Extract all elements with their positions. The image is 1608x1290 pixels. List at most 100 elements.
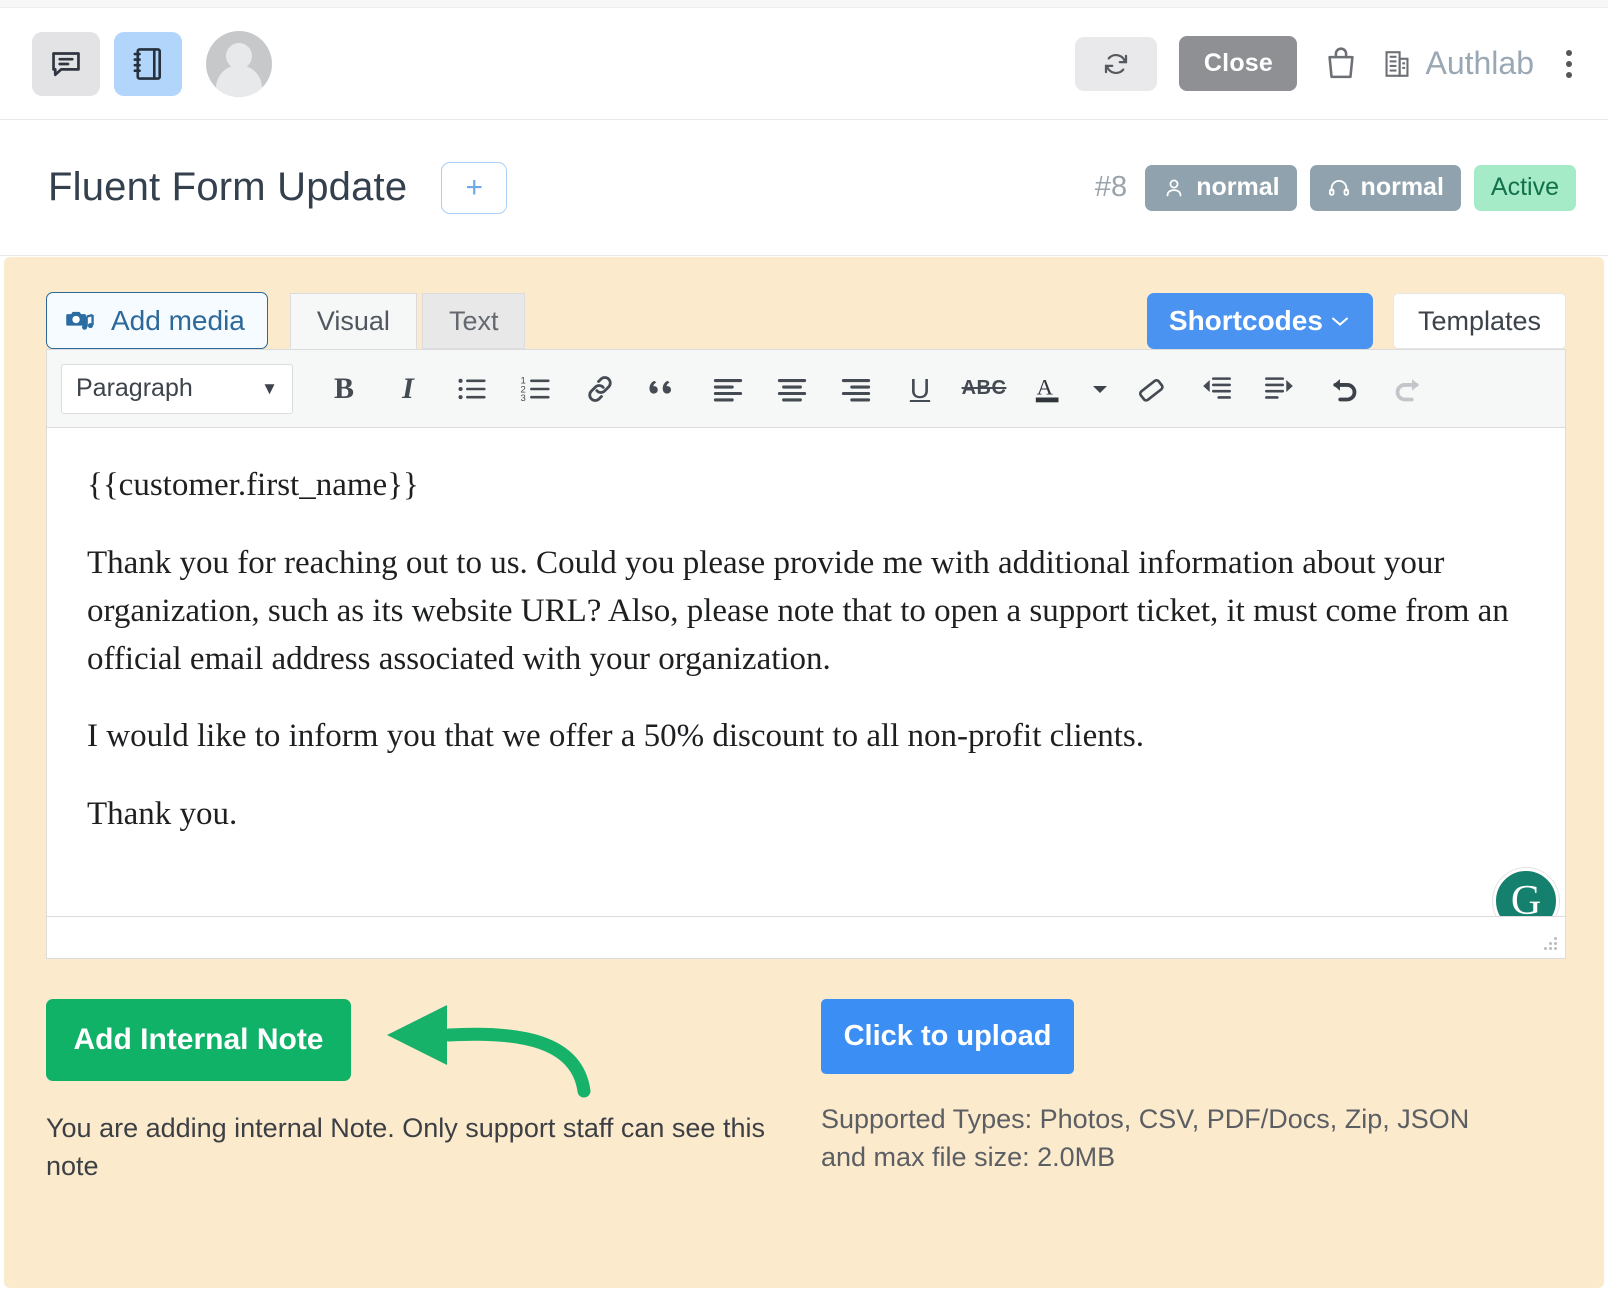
clear-formatting-button[interactable]: [1121, 360, 1183, 418]
upload-column: Click to upload Supported Types: Photos,…: [821, 999, 1521, 1186]
window-top-strip: [0, 0, 1608, 8]
editor-header-right: Shortcodes Templates: [1146, 293, 1566, 349]
italic-button[interactable]: I: [377, 360, 439, 418]
indent-button[interactable]: [1249, 360, 1311, 418]
align-right-button[interactable]: [825, 360, 887, 418]
editor-paragraph: {{customer.first_name}}: [87, 467, 419, 503]
chat-bubble-icon-button[interactable]: [32, 31, 100, 96]
shopping-bag-button[interactable]: [1323, 44, 1359, 84]
align-left-icon: [713, 378, 743, 401]
kebab-dot: [1566, 49, 1572, 56]
rich-text-editor: Paragraph ▼ B I 1 2 3 U ABC A {{customer…: [46, 349, 1566, 959]
notebook-icon-button[interactable]: [114, 31, 182, 96]
headset-icon: [1328, 179, 1349, 196]
strikethrough-button[interactable]: ABC: [953, 360, 1015, 418]
top-toolbar-left: [32, 30, 272, 97]
add-media-label: Add media: [111, 304, 245, 336]
kebab-dot: [1566, 60, 1572, 67]
redo-icon: [1395, 378, 1419, 401]
text-color-caret[interactable]: [1081, 360, 1119, 418]
kebab-dot: [1566, 71, 1572, 78]
reply-editor-panel: Add media Visual Text Shortcodes Templat…: [4, 257, 1604, 1288]
ticket-number: #8: [1094, 171, 1128, 203]
click-to-upload-button[interactable]: Click to upload: [821, 999, 1074, 1074]
bulleted-list-button[interactable]: [441, 360, 503, 418]
text-color-button[interactable]: A: [1017, 360, 1079, 418]
bulleted-list-icon: [458, 378, 486, 399]
close-button[interactable]: Close: [1179, 36, 1298, 91]
editor-paragraph: Thank you for reaching out to us. Could …: [87, 544, 1509, 677]
user-avatar[interactable]: [206, 30, 272, 97]
link-icon: [588, 375, 612, 402]
rte-content-area[interactable]: {{customer.first_name}} Thank you for re…: [47, 428, 1565, 916]
templates-button[interactable]: Templates: [1392, 293, 1566, 349]
outdent-button[interactable]: [1185, 360, 1247, 418]
chevron-down-icon: ▼: [261, 378, 278, 398]
badge-label: normal: [1196, 173, 1280, 201]
chevron-down-icon: [1331, 317, 1348, 326]
insert-link-button[interactable]: [569, 360, 631, 418]
organization-name: Authlab: [1425, 45, 1534, 81]
redo-button[interactable]: [1377, 360, 1439, 418]
editor-paragraph: I would like to inform you that we offer…: [87, 718, 1144, 755]
shortcodes-dropdown-button[interactable]: Shortcodes: [1146, 293, 1373, 349]
app-window: Close Authlab Fluent Form Update + #8 no…: [0, 0, 1608, 1290]
media-camera-music-icon: [66, 311, 94, 330]
internal-note-help-text: You are adding internal Note. Only suppo…: [46, 1113, 765, 1182]
grammarly-badge[interactable]: G: [1493, 868, 1559, 916]
add-tag-button[interactable]: +: [441, 161, 508, 214]
badge-label: normal: [1360, 173, 1444, 201]
add-internal-note-button[interactable]: Add Internal Note: [46, 999, 351, 1081]
align-left-button[interactable]: [697, 360, 759, 418]
shopping-bag-icon: [1328, 47, 1355, 78]
top-toolbar-right: Close Authlab: [1075, 36, 1580, 91]
shortcodes-label: Shortcodes: [1168, 305, 1323, 336]
editor-actions: Add Internal Note You are adding interna…: [4, 959, 1604, 1186]
svg-text:A: A: [1037, 374, 1054, 399]
notebook-icon: [133, 47, 162, 80]
add-media-button[interactable]: Add media: [46, 292, 268, 349]
green-callout-arrow: [387, 1005, 591, 1098]
tab-visual[interactable]: Visual: [289, 293, 417, 349]
align-center-button[interactable]: [761, 360, 823, 418]
refresh-button[interactable]: [1075, 36, 1158, 91]
editor-mode-tabs: Visual Text: [289, 293, 526, 349]
eraser-icon: [1138, 378, 1164, 402]
format-select-value: Paragraph: [76, 374, 193, 402]
avatar-body: [216, 64, 262, 97]
underline-button[interactable]: U: [889, 360, 951, 418]
person-icon: [1166, 179, 1182, 196]
align-right-icon: [841, 378, 871, 401]
editor-paragraph: Thank you.: [87, 796, 238, 833]
blockquote-button[interactable]: [633, 360, 695, 418]
numbered-list-icon: 1 2 3: [520, 375, 550, 404]
tab-text[interactable]: Text: [421, 293, 526, 349]
page-title: Fluent Form Update: [48, 165, 408, 209]
rte-toolbar: Paragraph ▼ B I 1 2 3 U ABC A: [47, 350, 1565, 428]
outdent-icon: [1203, 376, 1231, 399]
indent-icon: [1265, 376, 1293, 399]
bold-button[interactable]: B: [313, 360, 375, 418]
blockquote-icon: [649, 380, 671, 394]
text-color-icon: A: [1035, 374, 1059, 402]
building-icon: [1385, 50, 1409, 77]
refresh-icon: [1105, 53, 1128, 74]
chevron-down-icon: [1093, 385, 1107, 393]
badge-label: Active: [1490, 173, 1559, 201]
align-center-icon: [777, 378, 807, 401]
top-toolbar: Close Authlab: [0, 8, 1608, 120]
svg-text:3: 3: [520, 393, 525, 404]
status-badge-priority[interactable]: normal: [1145, 164, 1297, 211]
chat-bubble-icon: [52, 51, 80, 76]
resize-handle[interactable]: [1541, 936, 1559, 954]
undo-icon: [1333, 378, 1357, 401]
ticket-header: Fluent Form Update + #8 normal normal Ac…: [0, 120, 1608, 256]
organization-selector[interactable]: Authlab: [1381, 45, 1534, 82]
undo-button[interactable]: [1313, 360, 1375, 418]
ticket-meta-badges: #8 normal normal Active: [1094, 164, 1576, 211]
status-badge-active[interactable]: Active: [1473, 164, 1576, 211]
kebab-menu-icon[interactable]: [1558, 44, 1580, 84]
format-select[interactable]: Paragraph ▼: [61, 363, 293, 414]
numbered-list-button[interactable]: 1 2 3: [505, 360, 567, 418]
status-badge-support[interactable]: normal: [1309, 164, 1461, 211]
